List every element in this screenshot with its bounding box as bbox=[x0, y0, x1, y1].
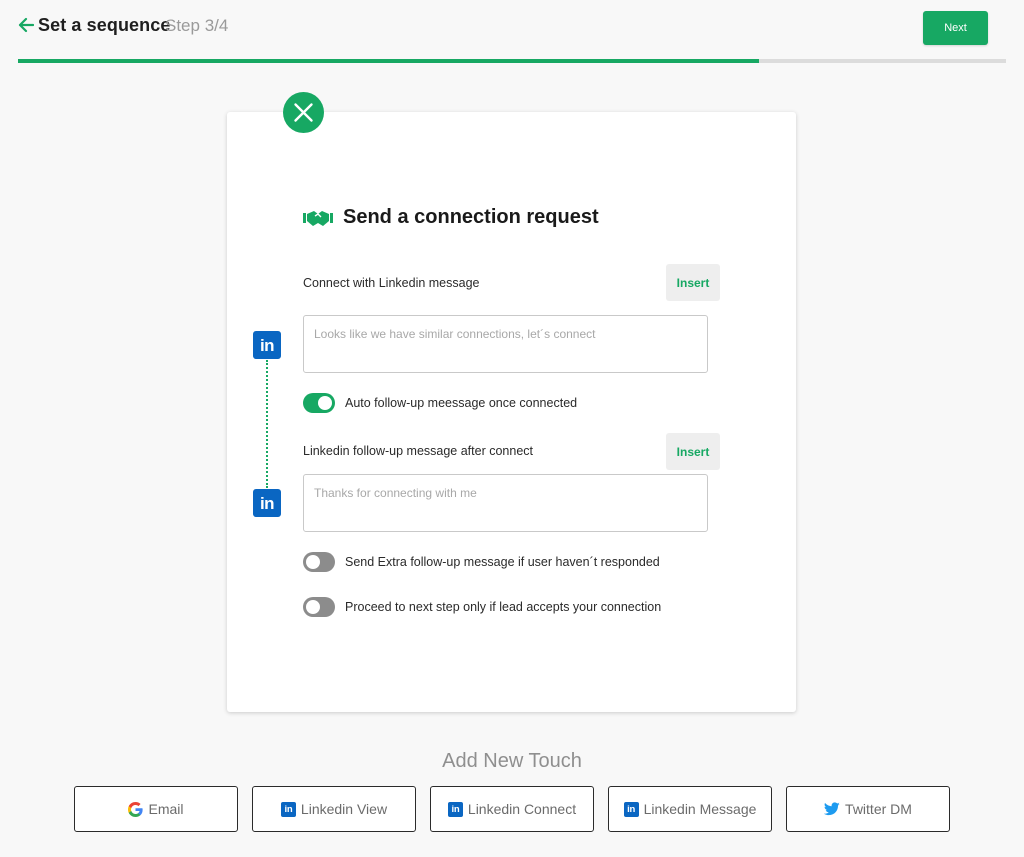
add-linkedin-view-touch-button[interactable]: in Linkedin View bbox=[252, 786, 416, 832]
touch-button-label: Twitter DM bbox=[845, 801, 912, 817]
extra-followup-label: Send Extra follow-up message if user hav… bbox=[345, 555, 660, 569]
add-linkedin-message-touch-button[interactable]: in Linkedin Message bbox=[608, 786, 772, 832]
back-arrow-icon[interactable] bbox=[18, 17, 34, 33]
followup-message-label: Linkedin follow-up message after connect bbox=[303, 444, 533, 458]
close-icon bbox=[294, 103, 313, 122]
insert-button[interactable]: Insert bbox=[666, 433, 720, 470]
auto-followup-toggle[interactable] bbox=[303, 393, 335, 413]
touch-button-label: Linkedin Connect bbox=[467, 801, 577, 817]
google-icon bbox=[128, 801, 144, 817]
step-indicator: Step 3/4 bbox=[165, 16, 229, 35]
insert-button[interactable]: Insert bbox=[666, 264, 720, 301]
extra-followup-toggle[interactable] bbox=[303, 552, 335, 572]
next-button[interactable]: Next bbox=[923, 11, 988, 45]
add-linkedin-connect-touch-button[interactable]: in Linkedin Connect bbox=[430, 786, 594, 832]
connect-message-input[interactable] bbox=[303, 315, 708, 373]
touch-button-label: Linkedin Message bbox=[643, 801, 757, 817]
linkedin-icon: in bbox=[280, 801, 296, 817]
add-new-touch-title: Add New Touch bbox=[442, 750, 582, 772]
linkedin-icon: in bbox=[623, 801, 639, 817]
card-title: Send a connection request bbox=[343, 206, 599, 228]
followup-message-input[interactable] bbox=[303, 474, 708, 532]
twitter-icon bbox=[824, 802, 840, 816]
close-button[interactable] bbox=[283, 92, 324, 133]
proceed-only-if-accepted-label: Proceed to next step only if lead accept… bbox=[345, 600, 662, 614]
sequence-connector bbox=[266, 360, 268, 488]
top-bar: Set a sequence Step 3/4 Next bbox=[0, 0, 1024, 60]
progress-bar bbox=[18, 59, 1006, 63]
handshake-icon bbox=[303, 211, 333, 226]
progress-bar-fill bbox=[18, 59, 759, 63]
page-title: Set a sequence bbox=[38, 15, 171, 35]
linkedin-icon: in bbox=[253, 331, 281, 359]
linkedin-icon: in bbox=[253, 489, 281, 517]
proceed-only-if-accepted-toggle[interactable] bbox=[303, 597, 335, 617]
add-email-touch-button[interactable]: Email bbox=[74, 786, 238, 832]
add-twitter-dm-touch-button[interactable]: Twitter DM bbox=[786, 786, 950, 832]
touch-button-label: Linkedin View bbox=[300, 801, 388, 817]
connect-message-label: Connect with Linkedin message bbox=[303, 276, 480, 290]
auto-followup-label: Auto follow-up meessage once connected bbox=[345, 396, 578, 410]
linkedin-icon: in bbox=[447, 801, 463, 817]
touch-button-label: Email bbox=[148, 801, 184, 817]
